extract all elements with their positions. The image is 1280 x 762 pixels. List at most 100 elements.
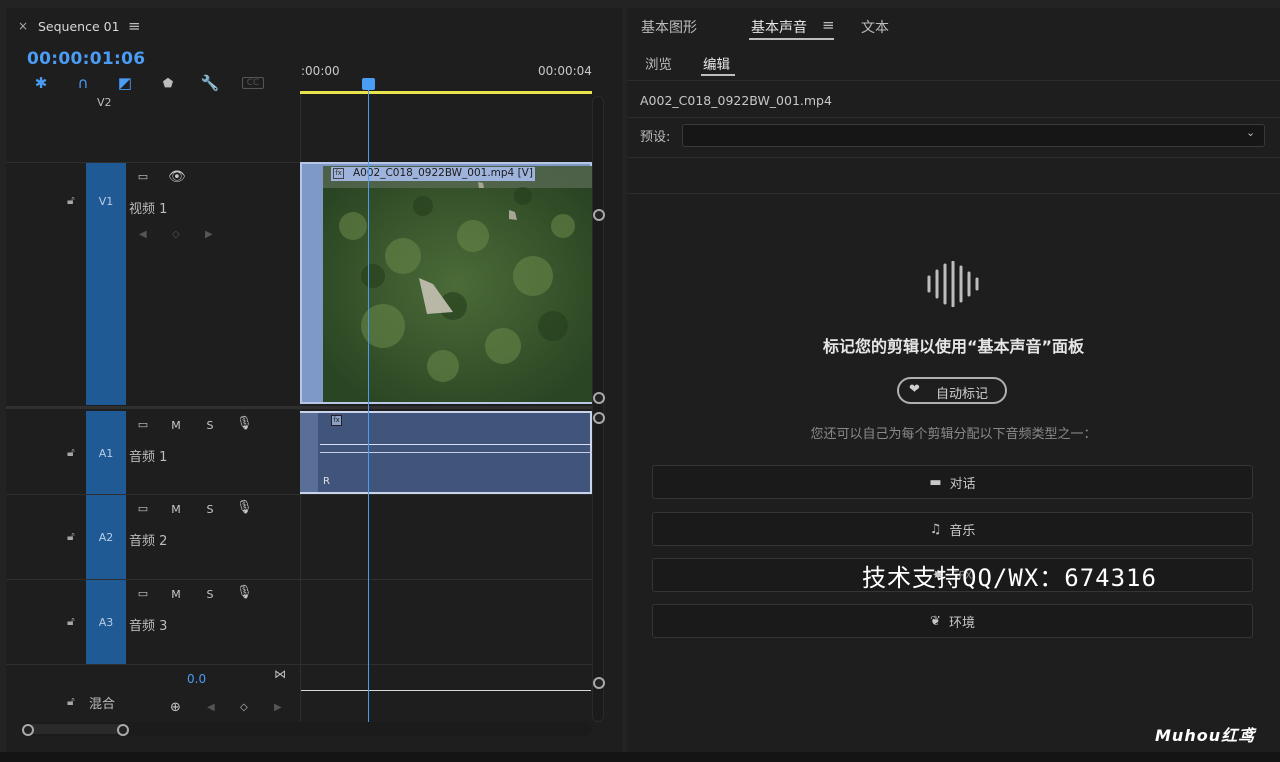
chevron-down-icon[interactable]: ⌄ (1246, 126, 1255, 139)
support-watermark: 技术支持QQ/WX：674316 (862, 564, 1157, 592)
active-tab-underline (749, 38, 834, 40)
lock-icon[interactable]: 🔓︎ (67, 193, 75, 208)
tab-essential-sound[interactable]: 基本声音 (751, 17, 807, 37)
sync-lock-icon[interactable]: ▭ (135, 587, 151, 600)
track-tag-a2[interactable]: A2 (86, 495, 126, 579)
preset-dropdown[interactable] (682, 124, 1265, 147)
next-keyframe-icon[interactable]: ▶ (274, 702, 282, 713)
tab-browse[interactable]: 浏览 (645, 53, 672, 73)
mic-record-icon[interactable]: 🎙︎ (236, 585, 253, 600)
audio-volume-line[interactable] (320, 452, 592, 453)
video-clip-label: A002_C018_0922BW_001.mp4 [V] (353, 167, 533, 179)
sync-lock-icon[interactable]: ▭ (135, 502, 151, 515)
track-name-a1[interactable]: 音频 1 (129, 446, 167, 465)
prev-keyframe-icon[interactable]: ◀ (207, 702, 215, 713)
video-clip-thumbnail (323, 166, 592, 402)
type-music-label: 音乐 (949, 523, 976, 539)
scroll-zoom-handle[interactable] (593, 209, 605, 221)
playhead-line[interactable] (368, 82, 369, 722)
video-audio-divider[interactable] (6, 406, 592, 409)
auto-tag-label: 自动标记 (936, 387, 989, 402)
track-name-a2[interactable]: 音频 2 (129, 530, 167, 549)
wrench-settings-icon[interactable]: 🔧 (200, 74, 220, 92)
zoom-handle-right[interactable] (117, 724, 129, 736)
tab-essential-graphics[interactable]: 基本图形 (641, 17, 697, 37)
divider (627, 80, 1280, 81)
mix-volume-value[interactable]: 0.0 (187, 672, 206, 686)
type-music-button[interactable]: ♫ 音乐 (652, 512, 1253, 546)
solo-button[interactable]: S (202, 588, 218, 601)
track-tag-a3[interactable]: A3 (86, 580, 126, 664)
heart-tag-icon: ❤︎ (909, 382, 920, 397)
scroll-zoom-handle[interactable] (593, 412, 605, 424)
track-tag-v2[interactable]: V2 (97, 96, 112, 109)
horizontal-scroll-thumb[interactable] (28, 724, 124, 734)
vertical-scrollbar[interactable] (592, 96, 604, 722)
lock-icon[interactable]: 🔓︎ (67, 445, 75, 460)
track-name-v1[interactable]: 视频 1 (129, 198, 167, 217)
linked-selection-icon[interactable]: ◩ (115, 74, 135, 92)
captions-cc-icon[interactable]: CC (242, 77, 264, 89)
panel-menu-icon[interactable]: ≡ (128, 17, 141, 35)
sync-lock-icon[interactable]: ▭ (135, 170, 151, 183)
panel-menu-icon[interactable]: ≡ (822, 16, 835, 34)
nest-toggle-icon[interactable]: ✱ (31, 74, 51, 92)
panel-heading: 标记您的剪辑以使用“基本声音”面板 (822, 337, 1085, 356)
snap-magnet-icon[interactable]: ∩ (73, 74, 93, 92)
mute-button[interactable]: M (168, 588, 184, 601)
track-divider (6, 664, 592, 665)
zoom-handle-left[interactable] (22, 724, 34, 736)
audio-waveform-icon (927, 261, 979, 307)
brand-watermark: Muhou红鸢 (1155, 726, 1256, 745)
audio-volume-line[interactable] (320, 444, 592, 445)
solo-button[interactable]: S (202, 419, 218, 432)
close-tab-icon[interactable]: × (18, 19, 28, 33)
mute-button[interactable]: M (168, 503, 184, 516)
mix-bowtie-icon[interactable]: ⋈ (274, 667, 286, 681)
track-tag-v1[interactable]: V1 (86, 163, 126, 405)
add-keyframe-icon[interactable]: ◇ (172, 229, 180, 240)
fx-badge[interactable]: fx (333, 168, 344, 179)
add-keyframe-icon[interactable]: ⊕ (170, 700, 181, 715)
speech-bubble-icon: ▬ (929, 474, 942, 490)
timecode[interactable]: 00:00:01:06 (27, 49, 145, 69)
prev-keyframe-icon[interactable]: ◀ (139, 229, 147, 240)
solo-button[interactable]: S (202, 503, 218, 516)
music-note-icon: ♫ (929, 521, 942, 537)
lock-icon[interactable]: 🔓︎ (67, 694, 75, 709)
track-tag-a1[interactable]: A1 (86, 411, 126, 494)
sequence-tab[interactable]: Sequence 01 (38, 19, 120, 34)
type-dialogue-label: 对话 (949, 476, 976, 492)
auto-tag-button[interactable]: ❤︎ 自动标记 (897, 377, 1007, 404)
active-subtab-underline (701, 74, 735, 76)
scroll-zoom-handle[interactable] (593, 677, 605, 689)
ruler-end-label: 00:00:04 (538, 64, 592, 78)
tab-edit[interactable]: 编辑 (703, 53, 730, 73)
ruler-start-label: :00:00 (301, 64, 340, 78)
mute-button[interactable]: M (168, 419, 184, 432)
preset-label: 预设: (640, 130, 671, 145)
lock-icon[interactable]: 🔓︎ (67, 614, 75, 629)
divider (627, 117, 1280, 118)
work-area-bar[interactable] (300, 91, 592, 94)
audio-transition[interactable] (300, 413, 318, 492)
hint-text: 您还可以自己为每个剪辑分配以下音频类型之一： (810, 427, 1097, 442)
mic-record-icon[interactable]: 🎙︎ (236, 416, 253, 431)
mic-record-icon[interactable]: 🎙︎ (236, 500, 253, 515)
sync-lock-icon[interactable]: ▭ (135, 418, 151, 431)
track-header-v2 (6, 94, 300, 162)
fx-badge[interactable]: fx (331, 415, 342, 426)
type-dialogue-button[interactable]: ▬ 对话 (652, 465, 1253, 499)
mix-volume-line[interactable] (301, 690, 591, 691)
leaf-icon: ❦ (930, 613, 941, 629)
eye-visibility-icon[interactable]: 👁︎ (168, 169, 186, 185)
lock-icon[interactable]: 🔓︎ (67, 529, 75, 544)
type-ambience-button[interactable]: ❦ 环境 (652, 604, 1253, 638)
tab-text[interactable]: 文本 (861, 17, 889, 37)
keyframe-diamond-icon[interactable]: ◇ (240, 702, 248, 713)
scroll-zoom-handle[interactable] (593, 392, 605, 404)
add-marker-icon[interactable]: ⬟ (158, 74, 178, 92)
next-keyframe-icon[interactable]: ▶ (205, 229, 213, 240)
playhead-handle[interactable] (362, 78, 375, 90)
track-name-a3[interactable]: 音频 3 (129, 615, 167, 634)
